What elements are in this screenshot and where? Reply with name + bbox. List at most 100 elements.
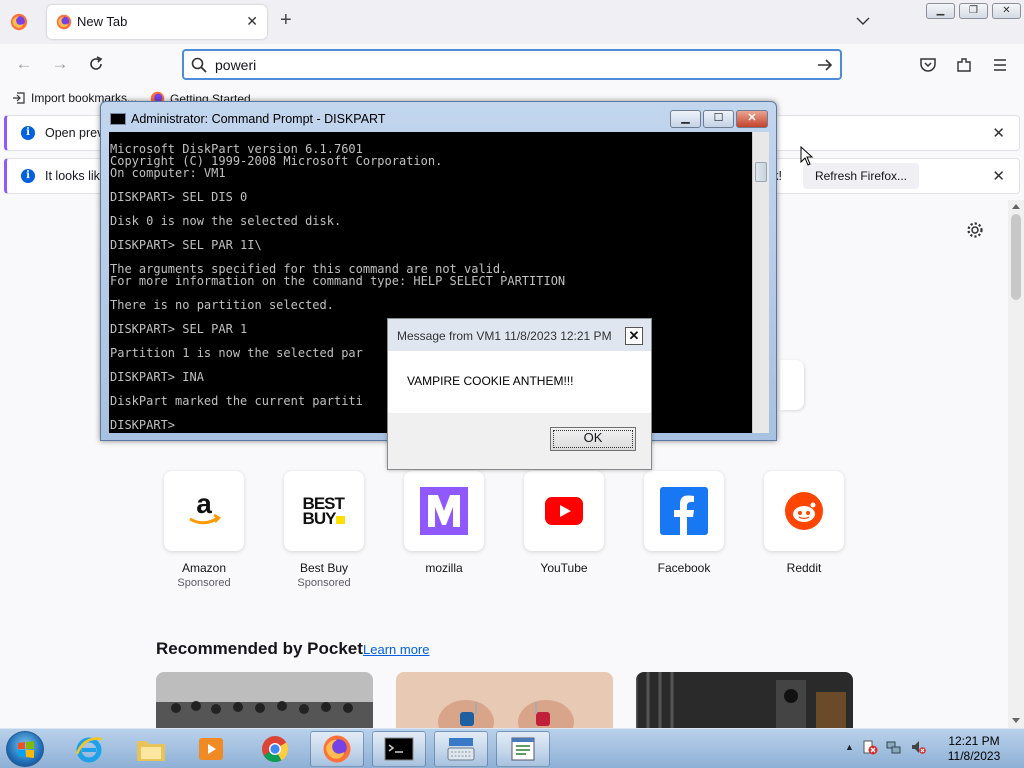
clock-time: 12:21 PM [948,734,1000,748]
back-icon[interactable]: ← [15,55,33,73]
svg-text:a: a [196,491,212,519]
firefox-icon [323,735,351,763]
message-dialog: Message from VM1 11/8/2023 12:21 PM ✕ VA… [387,318,652,470]
close-window-button[interactable]: ✕ [736,110,768,128]
windows-logo-icon [18,741,34,758]
dialog-titlebar: Message from VM1 11/8/2023 12:21 PM ✕ [388,319,651,351]
pocket-story-image[interactable] [636,672,853,728]
best-buy-logo-icon: BEST BUY [302,494,346,528]
reddit-logo-icon [785,492,823,530]
window-controls: ▁ ☐ ✕ [670,110,768,128]
facebook-logo-icon [660,487,708,535]
info-icon: i [21,169,35,183]
media-player-icon [199,738,223,760]
scroll-down-arrow-icon[interactable] [1012,718,1020,723]
internet-explorer-taskbar-button[interactable] [62,731,116,767]
top-site-mozilla[interactable]: mozilla [404,471,484,575]
mouse-cursor-icon [800,146,814,166]
top-site-reddit[interactable]: Reddit [764,471,844,575]
import-icon [13,92,25,104]
close-icon[interactable]: ✕ [625,327,643,345]
internet-explorer-icon [75,737,103,763]
new-tab-button[interactable]: + [280,10,292,30]
chrome-icon [262,736,289,763]
tab-strip: New Tab ✕ + ▁ ❐ ✕ [0,0,1024,44]
scrollbar-thumb[interactable] [1011,214,1021,300]
gear-icon[interactable] [966,221,984,239]
media-player-taskbar-button[interactable] [184,731,238,767]
tile-label: Reddit [786,561,822,575]
start-button[interactable] [6,731,44,767]
window-title: Administrator: Command Prompt - DISKPART [131,112,386,126]
tile-label: Best Buy [299,561,349,575]
scroll-up-arrow-icon[interactable] [1012,204,1020,209]
pocket-icon[interactable] [919,56,937,74]
info-icon: i [21,126,35,140]
close-icon[interactable]: ✕ [992,124,1005,142]
pocket-story-image[interactable] [156,672,373,728]
system-tray: ▲ [845,739,926,755]
notification-text: Open previ [45,126,107,140]
console-icon [110,113,126,125]
file-explorer-taskbar-button[interactable] [124,731,178,767]
tile-label: YouTube [540,561,588,575]
extensions-icon[interactable] [955,56,973,74]
learn-more-link[interactable]: Learn more [363,642,429,657]
firefox-icon [56,14,72,30]
close-icon[interactable]: ✕ [246,13,258,30]
clock-date: 11/8/2023 [947,749,1001,763]
tab-title: New Tab [77,14,128,29]
dialog-body: VAMPIRE COOKIE ANTHEM!!! [388,351,651,413]
firefox-taskbar-button[interactable] [310,731,364,767]
go-arrow-icon[interactable] [816,56,834,74]
network-icon[interactable] [886,739,902,755]
command-prompt-taskbar-button[interactable] [372,731,426,767]
command-prompt-icon [384,737,414,761]
taskbar-clock[interactable]: 12:21 PM 11/8/2023 [940,734,1008,764]
amazon-logo-icon: a [189,491,222,525]
address-bar[interactable] [182,49,842,80]
page-scrollbar[interactable] [1008,200,1024,728]
action-center-warning-icon[interactable] [862,739,878,755]
ok-button[interactable]: OK [550,427,636,451]
refresh-firefox-button[interactable]: Refresh Firefox... [802,163,919,189]
forward-icon[interactable]: → [51,55,69,73]
chrome-taskbar-button[interactable] [248,731,302,767]
taskbar: ▲ 12:21 PM 11/8/2023 [0,728,1024,768]
top-site-youtube[interactable]: YouTube [524,471,604,575]
close-window-button[interactable]: ✕ [992,3,1021,19]
reload-icon[interactable] [87,55,105,73]
minimize-button[interactable]: ▁ [670,110,701,128]
scrollbar-thumb[interactable] [755,162,767,182]
minimize-button[interactable]: ▁ [926,3,955,19]
pocket-story-image[interactable] [396,672,613,728]
dialog-title: Message from VM1 11/8/2023 12:21 PM [397,329,612,343]
navigation-toolbar: ← → [0,44,1024,86]
tab-new-tab[interactable]: New Tab ✕ [47,5,267,39]
maximize-button[interactable]: ☐ [703,110,734,128]
console-scrollbar[interactable] [752,132,769,433]
window-controls: ▁ ❐ ✕ [926,3,1021,19]
youtube-logo-icon [545,497,583,525]
card-edge [780,360,804,410]
keyboard-app-taskbar-button[interactable] [434,731,488,767]
notification-text: It looks like [45,169,107,183]
mozilla-logo-icon [420,487,468,535]
firefox-menu-icon[interactable] [10,13,28,31]
show-hidden-icons-icon[interactable]: ▲ [845,742,854,752]
keyboard-icon [447,738,475,761]
restore-button[interactable]: ❐ [959,3,988,19]
notepad-icon [511,737,535,761]
tile-label: Amazon [181,561,227,575]
notepad-taskbar-button[interactable] [496,731,550,767]
dialog-message: VAMPIRE COOKIE ANTHEM!!! [407,374,574,388]
chevron-down-icon[interactable] [856,14,870,28]
top-site-amazon[interactable]: a Amazon Sponsored [164,471,244,589]
pocket-heading: Recommended by Pocket [156,639,363,658]
top-site-best-buy[interactable]: BEST BUY Best Buy Sponsored [284,471,364,589]
top-site-facebook[interactable]: Facebook [644,471,724,575]
url-input[interactable] [215,55,805,74]
close-icon[interactable]: ✕ [992,167,1005,185]
menu-icon[interactable] [991,56,1009,74]
volume-muted-icon[interactable] [910,739,926,755]
